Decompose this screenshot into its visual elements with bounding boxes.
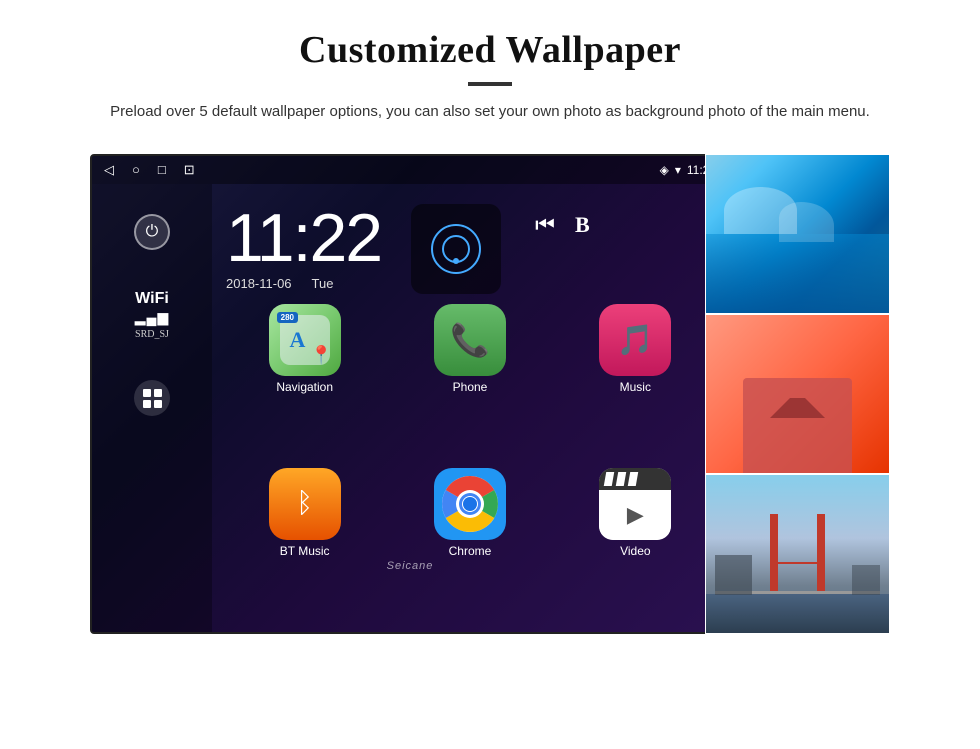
clapper-bottom: ▶ (599, 490, 671, 540)
app-item-video[interactable]: ▶ Video (557, 468, 714, 624)
android-screen: ◁ ○ □ ⊡ ◈ ▾ 11:22 ⏻ (90, 154, 730, 634)
bluetooth-symbol: ᛒ (296, 488, 313, 520)
play-icon: ▶ (627, 502, 644, 528)
navigation-icon: 280 📍 A (269, 304, 341, 376)
back-button[interactable]: ◁ (104, 162, 114, 178)
phone-symbol: 📞 (450, 321, 490, 359)
navigation-label: Navigation (276, 380, 333, 394)
app-item-navigation[interactable]: 280 📍 A Navigation (226, 304, 383, 460)
apps-button[interactable] (134, 380, 170, 416)
apps-grid-icon (143, 389, 162, 408)
app-item-music[interactable]: 🎵 Music (557, 304, 714, 460)
wallpaper-thumb-bridge[interactable] (705, 474, 890, 634)
wifi-label: WiFi (135, 290, 169, 308)
main-area: 11:22 2018-11-06 Tue (212, 184, 728, 632)
phone-icon: 📞 (434, 304, 506, 376)
recents-button[interactable]: □ (158, 162, 166, 178)
wifi-bars: ▂▄▆ (135, 310, 169, 327)
wallpaper-thumb-ice[interactable] (705, 154, 890, 314)
clock-top: 11:22 2018-11-06 Tue (212, 194, 728, 294)
page-container: Customized Wallpaper Preload over 5 defa… (0, 0, 980, 749)
app-item-phone[interactable]: 📞 Phone (391, 304, 548, 460)
wifi-circle-icon (431, 224, 481, 274)
wifi-status-icon: ▾ (675, 163, 681, 177)
music-symbol: 🎵 (617, 323, 654, 358)
power-button[interactable]: ⏻ (134, 214, 170, 250)
location-icon: ◈ (660, 163, 669, 177)
wallpaper-thumb-house[interactable] (705, 314, 890, 474)
clock-date: 2018-11-06 Tue (226, 276, 381, 291)
title-divider (468, 82, 512, 86)
video-label: Video (620, 544, 650, 558)
watermark: Seicane (387, 560, 434, 572)
header-section: Customized Wallpaper Preload over 5 defa… (0, 0, 980, 136)
device-wrapper: ◁ ○ □ ⊡ ◈ ▾ 11:22 ⏻ (90, 154, 890, 684)
wifi-widget-box (411, 204, 501, 294)
chrome-icon (434, 468, 506, 540)
media-controls: ⏮ B (521, 204, 604, 238)
prev-track-icon[interactable]: ⏮ (535, 212, 555, 238)
btmusic-label: BT Music (280, 544, 330, 558)
wifi-network: SRD_SJ (135, 329, 169, 340)
btmusic-icon: ᛒ (269, 468, 341, 540)
page-description: Preload over 5 default wallpaper options… (80, 100, 900, 124)
wifi-widget: WiFi ▂▄▆ SRD_SJ (135, 290, 169, 340)
chrome-label: Chrome (449, 544, 492, 558)
chrome-svg (434, 468, 506, 540)
phone-label: Phone (453, 380, 488, 394)
video-icon: ▶ (599, 468, 671, 540)
home-button[interactable]: ○ (132, 162, 140, 178)
power-icon: ⏻ (146, 223, 159, 241)
wifi-dot (453, 258, 459, 264)
sidebar: ⏻ WiFi ▂▄▆ SRD_SJ (92, 184, 212, 632)
clapper-top (599, 468, 671, 490)
clock-time: 11:22 (226, 204, 381, 272)
page-title: Customized Wallpaper (80, 28, 900, 72)
date-value: 2018-11-06 (226, 276, 292, 291)
wallpaper-panel (705, 154, 890, 634)
music-label: Music (620, 380, 651, 394)
next-letter-icon: B (575, 212, 590, 238)
music-icon: 🎵 (599, 304, 671, 376)
screenshot-button[interactable]: ⊡ (184, 162, 195, 178)
nav-buttons: ◁ ○ □ ⊡ (104, 162, 195, 178)
app-grid: 280 📍 A Navigation 📞 (212, 294, 728, 632)
app-item-chrome[interactable]: Chrome (391, 468, 548, 624)
clock-display: 11:22 2018-11-06 Tue (226, 204, 381, 291)
day-value: Tue (312, 276, 334, 291)
app-item-btmusic[interactable]: ᛒ BT Music (226, 468, 383, 624)
status-bar: ◁ ○ □ ⊡ ◈ ▾ 11:22 (92, 156, 728, 184)
